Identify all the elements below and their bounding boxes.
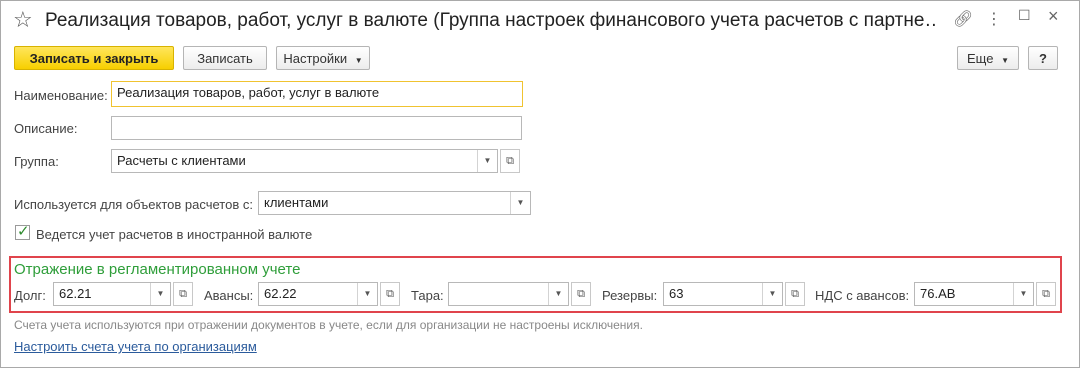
open-icon[interactable]: ⧉	[380, 282, 400, 306]
vat-advances-value: 76.АВ	[920, 286, 956, 301]
configure-accounts-link[interactable]: Настроить счета учета по организациям	[14, 339, 257, 354]
used-for-label: Используется для объектов расчетов с:	[14, 197, 253, 212]
open-icon[interactable]: ⧉	[785, 282, 805, 306]
check-icon: ✓	[17, 223, 30, 240]
description-label: Описание:	[14, 121, 78, 136]
help-button[interactable]: ?	[1028, 46, 1058, 70]
debt-value: 62.21	[59, 286, 92, 301]
description-field[interactable]	[111, 116, 522, 140]
reserves-field[interactable]: 63 ▼	[663, 282, 783, 306]
used-for-value: клиентами	[264, 195, 329, 210]
more-label: Еще	[967, 51, 994, 66]
tare-field[interactable]: ▼	[448, 282, 569, 306]
dropdown-arrow-icon[interactable]: ▼	[1013, 283, 1033, 305]
group-label: Группа:	[14, 154, 59, 169]
foreign-currency-label: Ведется учет расчетов в иностранной валю…	[36, 227, 313, 242]
section-title: Отражение в регламентированном учете	[14, 261, 301, 278]
link-icon[interactable]: 🔗︎	[953, 9, 973, 29]
reserves-value: 63	[669, 286, 684, 301]
dropdown-arrow-icon[interactable]: ▼	[762, 283, 782, 305]
advances-value: 62.22	[264, 286, 297, 301]
more-button[interactable]: Еще ▼	[957, 46, 1019, 70]
name-field[interactable]: Реализация товаров, работ, услуг в валют…	[111, 81, 523, 107]
more-vertical-icon[interactable]: ⋮	[986, 9, 1002, 29]
debt-label: Долг:	[14, 288, 46, 303]
tare-label: Тара:	[411, 288, 444, 303]
open-icon[interactable]: ⧉	[1036, 282, 1056, 306]
advances-label: Авансы:	[204, 288, 254, 303]
accounts-hint: Счета учета используются при отражении д…	[14, 318, 643, 332]
settings-button[interactable]: Настройки ▼	[276, 46, 370, 70]
used-for-field[interactable]: клиентами ▼	[258, 191, 531, 215]
vat-advances-field[interactable]: 76.АВ ▼	[914, 282, 1034, 306]
debt-field[interactable]: 62.21 ▼	[53, 282, 171, 306]
foreign-currency-checkbox[interactable]: ✓	[15, 223, 30, 240]
chevron-down-icon: ▼	[1001, 56, 1009, 65]
form-window: ☆ Реализация товаров, работ, услуг в вал…	[0, 0, 1080, 368]
close-icon[interactable]: ×	[1048, 6, 1059, 27]
save-button[interactable]: Записать	[183, 46, 267, 70]
title-bar: ☆ Реализация товаров, работ, услуг в вал…	[1, 1, 1079, 39]
open-icon[interactable]: ⧉	[500, 149, 520, 173]
group-value: Расчеты с клиентами	[117, 153, 246, 168]
chevron-down-icon: ▼	[354, 56, 363, 65]
maximize-icon[interactable]: ☐	[1018, 7, 1031, 24]
dropdown-arrow-icon[interactable]: ▼	[150, 283, 170, 305]
dropdown-arrow-icon[interactable]: ▼	[510, 192, 530, 214]
window-title: Реализация товаров, работ, услуг в валют…	[45, 10, 935, 31]
group-field[interactable]: Расчеты с клиентами ▼	[111, 149, 498, 173]
reserves-label: Резервы:	[602, 288, 658, 303]
save-and-close-button[interactable]: Записать и закрыть	[14, 46, 174, 70]
advances-field[interactable]: 62.22 ▼	[258, 282, 378, 306]
dropdown-arrow-icon[interactable]: ▼	[477, 150, 497, 172]
favorite-star-icon[interactable]: ☆	[13, 7, 33, 33]
open-icon[interactable]: ⧉	[571, 282, 591, 306]
open-icon[interactable]: ⧉	[173, 282, 193, 306]
name-label: Наименование:	[14, 88, 108, 103]
dropdown-arrow-icon[interactable]: ▼	[548, 283, 568, 305]
vat-advances-label: НДС с авансов:	[815, 288, 910, 303]
settings-label: Настройки	[283, 51, 348, 66]
dropdown-arrow-icon[interactable]: ▼	[357, 283, 377, 305]
